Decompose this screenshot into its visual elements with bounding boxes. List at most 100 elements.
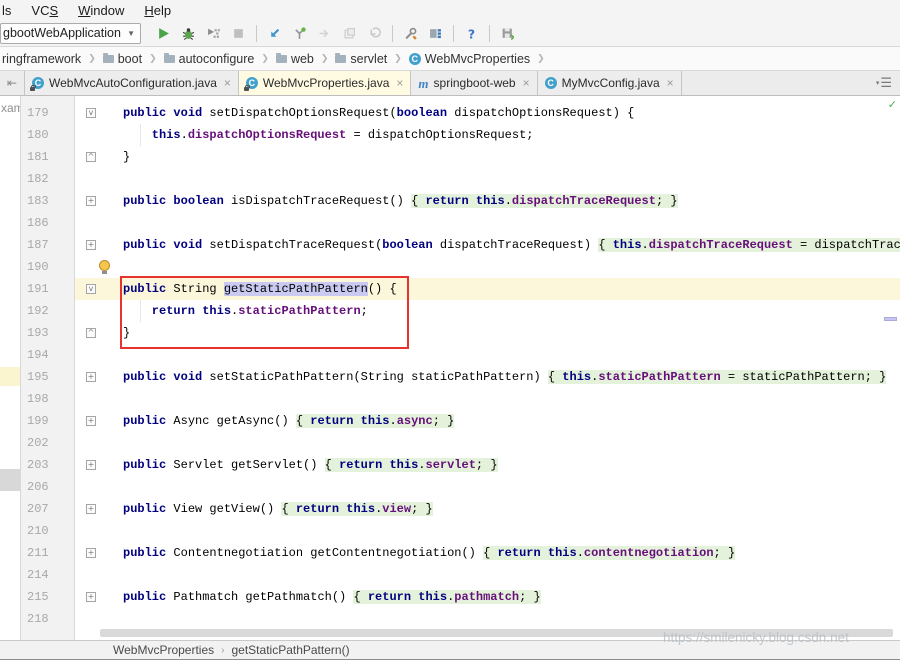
menu-item-vcs[interactable]: VCS [21,1,68,20]
code-line-198[interactable]: 198 [0,388,900,410]
vcs-commit-button[interactable] [287,22,312,44]
debug-button[interactable] [176,22,201,44]
tab-list-menu-icon[interactable]: ▾☰ [876,71,900,95]
editor-tab-webmvcautoconfiguration-java[interactable]: C WebMvcAutoConfiguration.java × [24,71,239,95]
code-line-195[interactable]: 195+public void setStaticPathPattern(Str… [0,366,900,388]
fold-open-icon[interactable]: v [86,284,96,294]
editor-tab-springboot-web[interactable]: mspringboot-web× [411,71,537,95]
line-number: 190 [27,259,69,275]
line-number: 192 [27,303,69,319]
class-readonly-icon: C [32,77,44,89]
line-number: 187 [27,237,69,253]
line-number: 203 [27,457,69,473]
breadcrumb-item-boot[interactable]: boot [101,52,144,66]
code-line-183[interactable]: 183 + public boolean isDispatchTraceReques… [0,190,900,212]
toolbar-separator [256,25,257,42]
fold-close-icon[interactable]: ^ [86,328,96,338]
code-text: public boolean isDispatchTraceRequest() … [123,190,678,212]
intention-bulb-icon[interactable] [99,260,110,271]
code-line-202[interactable]: 202 [0,432,900,454]
fold-plus-icon[interactable]: + [86,372,96,382]
breadcrumb-item-autoconfigure[interactable]: autoconfigure [162,52,257,66]
class-icon: C [409,53,421,65]
code-line-187[interactable]: 187+public void setDispatchTraceRequest(… [0,234,900,256]
folder-icon [103,55,114,63]
breadcrumb-item-web[interactable]: web [274,52,316,66]
editor-tab-mymvcconfig-java[interactable]: C MyMvcConfig.java × [538,71,682,95]
chevron-right-icon: ❯ [316,53,334,64]
update-project-button[interactable] [262,22,287,44]
settings-button[interactable] [398,22,423,44]
main-toolbar: gbootWebApplication ▼ ? [0,20,900,47]
code-line-181[interactable]: 181^} [0,146,900,168]
close-icon[interactable]: × [224,76,231,90]
folder-icon [335,55,346,63]
line-number: 183 [27,193,69,209]
code-editor[interactable]: xam 179vpublic void setDispatchOptionsRe… [0,96,900,640]
help-button[interactable]: ? [459,22,484,44]
code-line-214[interactable]: 214 [0,564,900,586]
code-line-180[interactable]: 180this.dispatchOptionsRequest = dispatc… [0,124,900,146]
chevron-right-icon: ❯ [532,53,550,64]
close-icon[interactable]: × [667,76,674,90]
close-icon[interactable]: × [396,76,403,90]
menu-item-ls[interactable]: ls [0,1,21,20]
tab-label: MyMvcConfig.java [562,76,660,90]
class-icon: C [545,77,557,89]
breadcrumb-item-webmvcproperties[interactable]: CWebMvcProperties [407,52,532,66]
fold-open-icon[interactable]: v [86,108,96,118]
fold-plus-icon[interactable]: + [86,548,96,558]
fold-plus-icon[interactable]: + [86,592,96,602]
code-line-211[interactable]: 211+public Contentnegotiation getContent… [0,542,900,564]
run-configuration-select[interactable]: gbootWebApplication ▼ [0,23,141,44]
code-line-207[interactable]: 207+public View getView() { return this.… [0,498,900,520]
code-line-190[interactable]: 190 [0,256,900,278]
code-line-210[interactable]: 210 [0,520,900,542]
line-number: 207 [27,501,69,517]
editor-tab-bar: ⇤ CWebMvcAutoConfiguration.java×CWebMvcP… [0,71,900,96]
code-line-203[interactable]: 203+public Servlet getServlet() { return… [0,454,900,476]
scroll-left-icon[interactable]: ⇤ [0,71,24,95]
inspection-status-icon[interactable]: ✓ [888,98,897,111]
save-all-button[interactable] [495,22,520,44]
code-line-218[interactable]: 218 [0,608,900,630]
code-text: public Async getAsync() { return this.as… [123,410,454,432]
line-number: 210 [27,523,69,539]
code-line-182[interactable]: 182 [0,168,900,190]
breadcrumb-item-servlet[interactable]: servlet [333,52,389,66]
run-coverage-button[interactable] [201,22,226,44]
breadcrumb-method[interactable]: getStaticPathPattern() [232,643,350,657]
menu-item-help[interactable]: Help [134,1,181,20]
fold-plus-icon[interactable]: + [86,240,96,250]
line-number: 218 [27,611,69,627]
line-number: 215 [27,589,69,605]
code-line-199[interactable]: 199+public Async getAsync() { return thi… [0,410,900,432]
breadcrumb-item-ringframework[interactable]: ringframework [0,52,83,66]
cherry-pick-button [312,22,337,44]
code-text: public Pathmatch getPathmatch() { return… [123,586,541,608]
line-number: 191 [27,281,69,297]
project-structure-button[interactable] [423,22,448,44]
line-number: 214 [27,567,69,583]
editor-tab-webmvcproperties-java[interactable]: CWebMvcProperties.java× [239,71,412,95]
fold-plus-icon[interactable]: + [86,416,96,426]
code-text: public void setStaticPathPattern(String … [123,366,886,388]
navigation-breadcrumb: ringframework❯boot❯autoconfigure❯web❯ser… [0,47,900,71]
line-number: 186 [27,215,69,231]
tab-label: WebMvcAutoConfiguration.java [49,76,217,90]
fold-plus-icon[interactable]: + [86,504,96,514]
breadcrumb-class[interactable]: WebMvcProperties [113,643,214,657]
run-button[interactable] [151,22,176,44]
fold-close-icon[interactable]: ^ [86,152,96,162]
breadcrumb-label: boot [118,52,142,66]
code-line-215[interactable]: 215 + public Pathmatch getPathmatch() { re… [0,586,900,608]
close-icon[interactable]: × [523,76,530,90]
code-line-186[interactable]: 186 [0,212,900,234]
code-text: } [123,146,130,168]
code-line-179[interactable]: 179vpublic void setDispatchOptionsReques… [0,102,900,124]
fold-plus-icon[interactable]: + [86,460,96,470]
code-line-206[interactable]: 206 [0,476,900,498]
menu-item-window[interactable]: Window [68,1,134,20]
fold-plus-icon[interactable]: + [86,196,96,206]
breadcrumb-label: web [291,52,314,66]
